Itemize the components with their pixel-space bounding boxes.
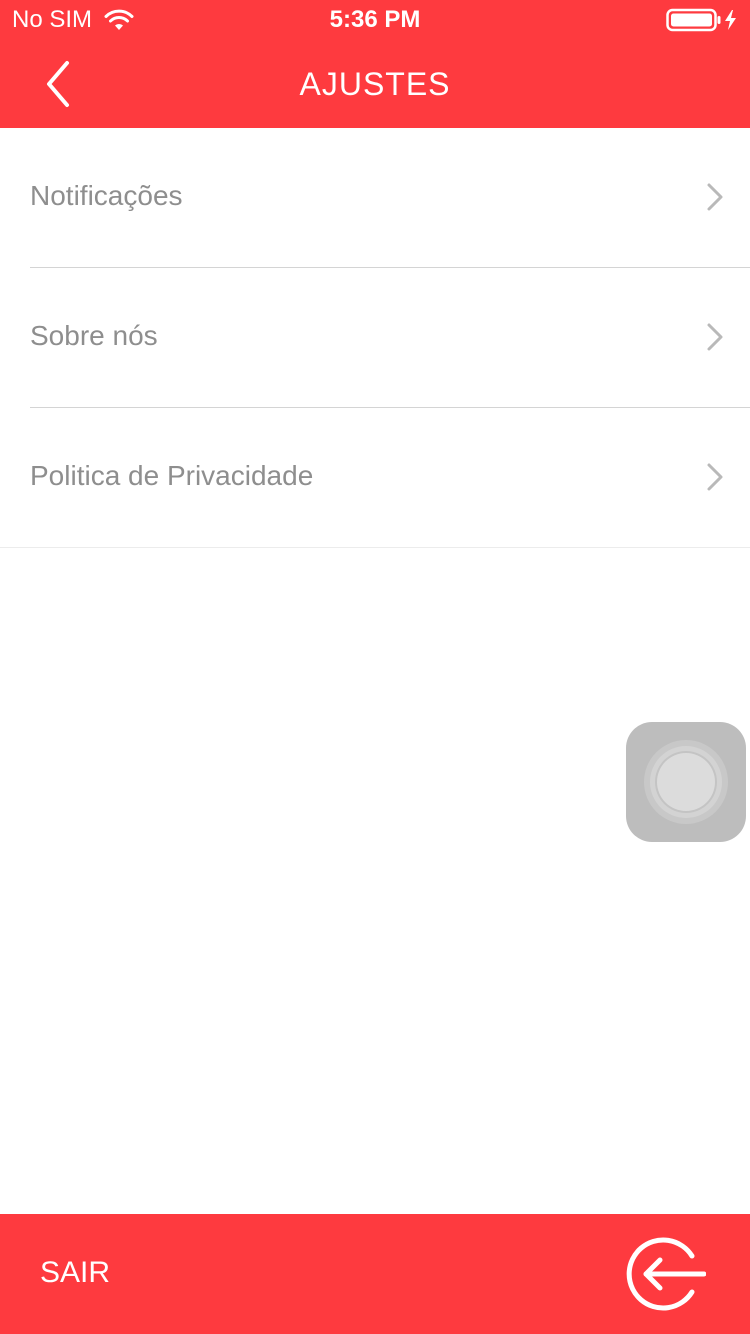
- nav-bar: AJUSTES: [0, 40, 750, 128]
- logout-label: SAIR: [40, 1256, 111, 1289]
- settings-screen: No SIM 5:36 PM AJUSTES Notificações Sobr…: [0, 0, 750, 1334]
- charging-bolt-icon: [725, 10, 736, 30]
- chevron-right-icon: [707, 463, 723, 491]
- settings-item-politica-privacidade[interactable]: Politica de Privacidade: [0, 408, 750, 548]
- assistive-touch-button[interactable]: [626, 722, 746, 842]
- battery-icon: [666, 8, 736, 32]
- settings-item-sobre-nos[interactable]: Sobre nós: [30, 268, 750, 408]
- page-title: AJUSTES: [299, 66, 451, 102]
- logout-button[interactable]: SAIR: [0, 1214, 750, 1334]
- logout-icon: [626, 1237, 706, 1311]
- settings-list: Notificações Sobre nós Politica de Priva…: [0, 128, 750, 548]
- settings-item-label: Sobre nós: [30, 320, 158, 351]
- settings-item-label: Politica de Privacidade: [30, 460, 314, 491]
- assistive-touch-core: [657, 753, 715, 811]
- chevron-right-icon: [707, 323, 723, 351]
- chevron-right-icon: [707, 183, 723, 211]
- status-time: 5:36 PM: [329, 6, 421, 33]
- settings-item-notificacoes[interactable]: Notificações: [30, 128, 750, 268]
- status-bar: No SIM 5:36 PM: [0, 0, 750, 40]
- settings-item-label: Notificações: [30, 180, 183, 211]
